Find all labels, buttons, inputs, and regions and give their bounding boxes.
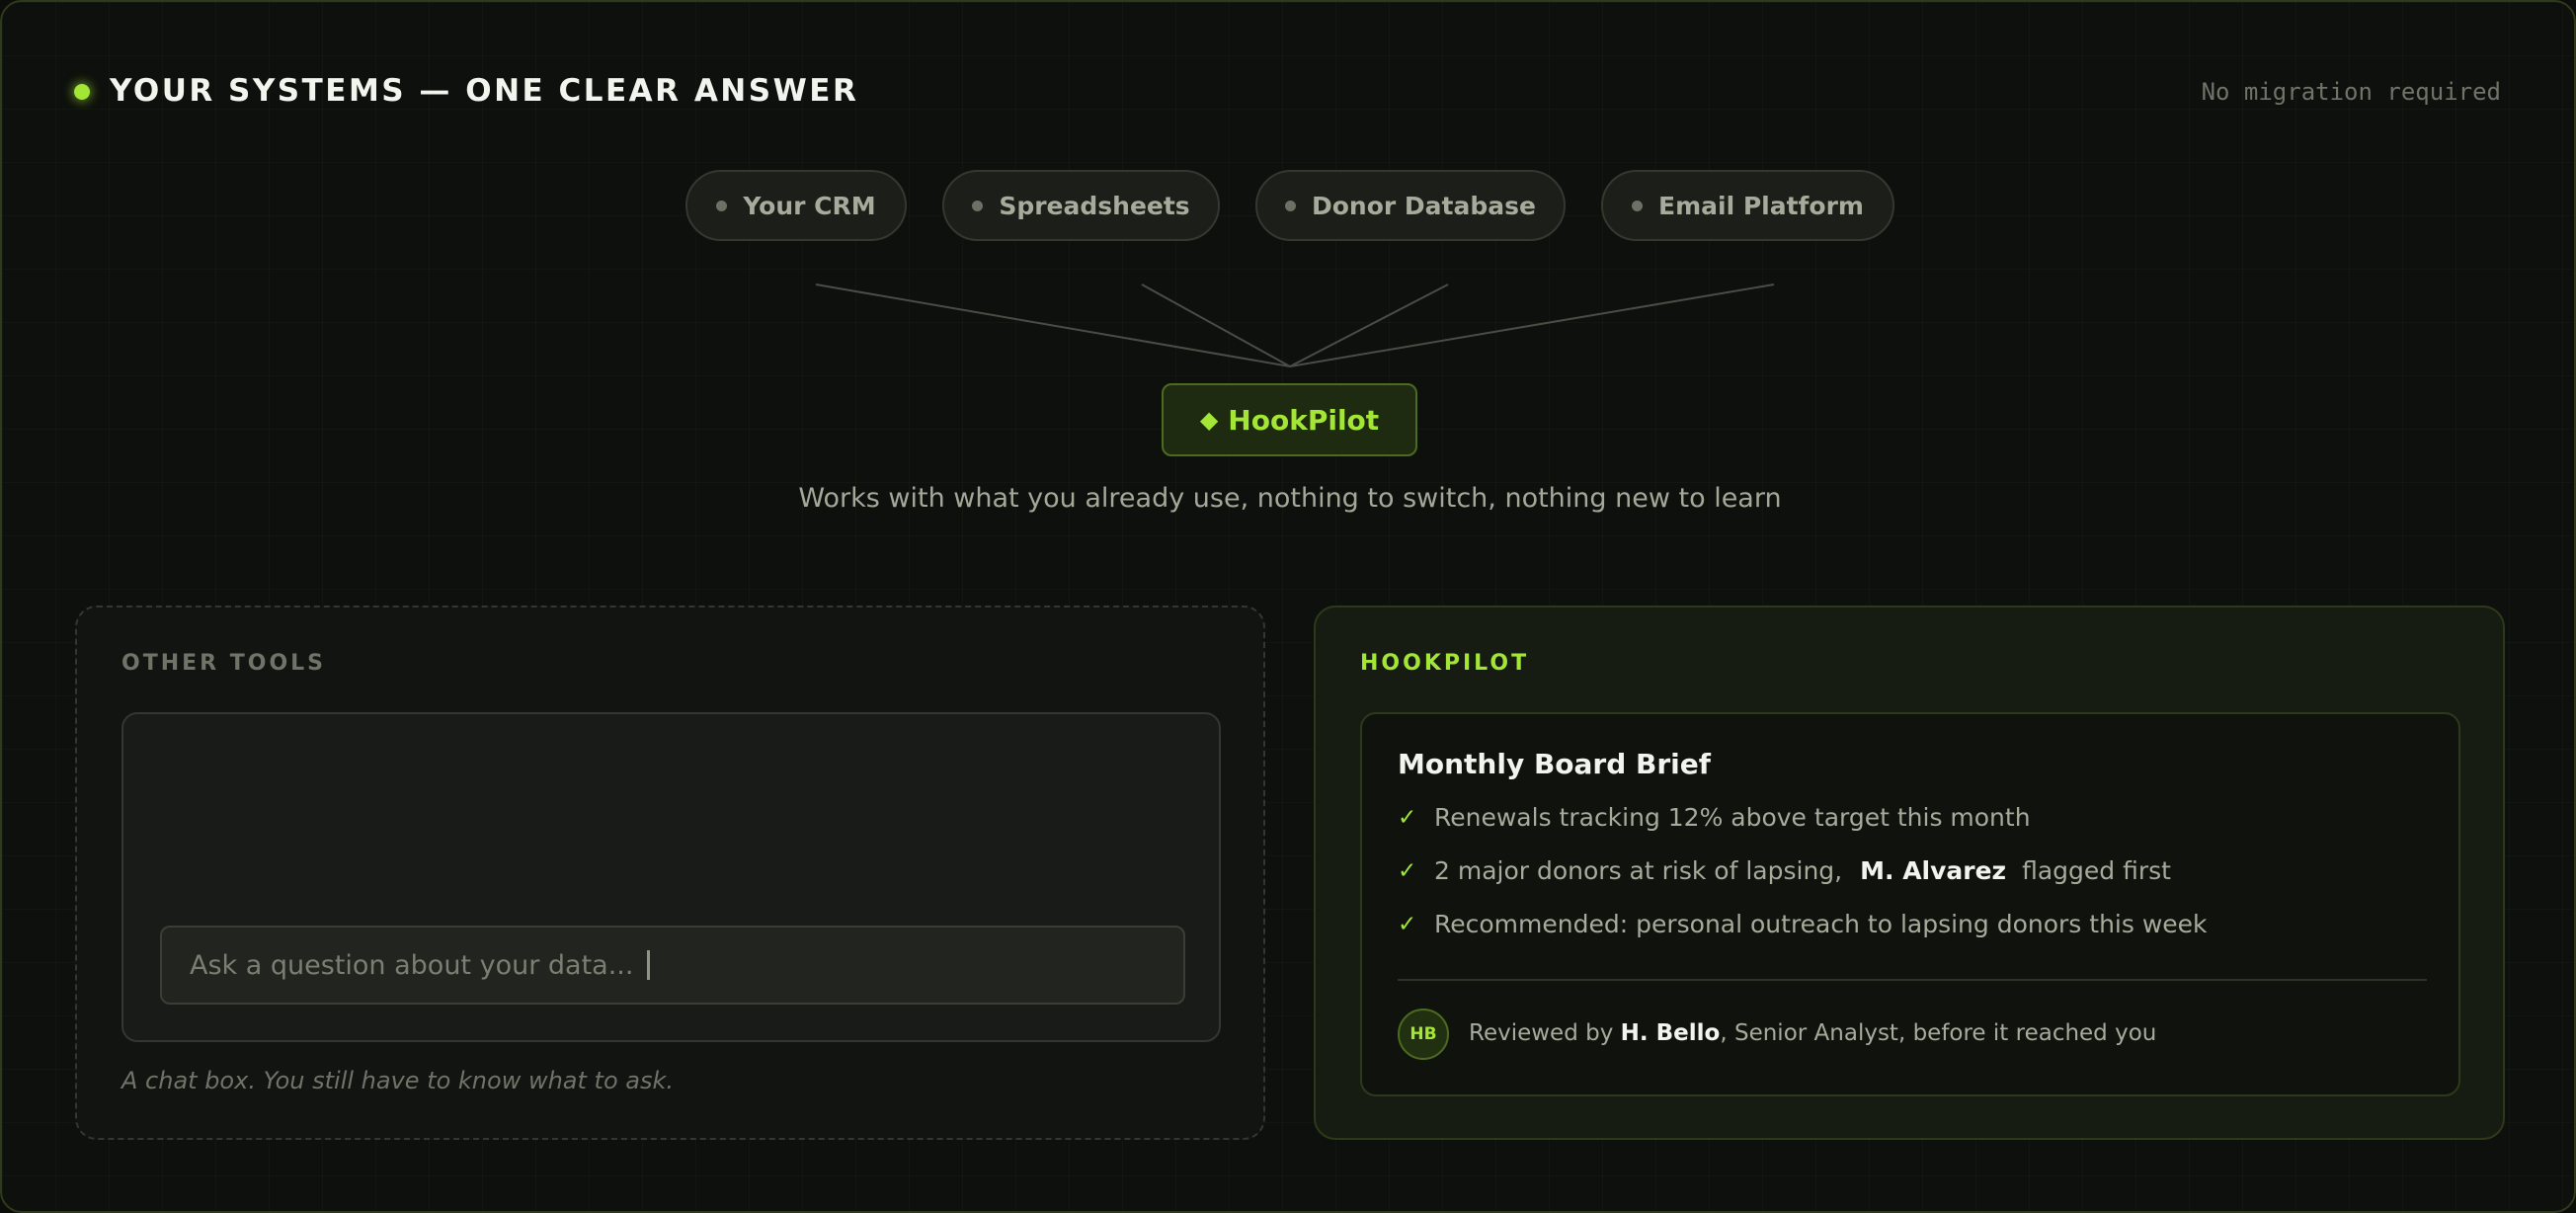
hookpilot-label: HOOKPILOT [1360,651,1530,676]
other-tools-caption: A chat box. You still have to know what … [121,1067,675,1094]
text-cursor [647,950,651,980]
reviewer-prefix: Reviewed by [1469,1020,1621,1046]
chat-input[interactable]: Ask a question about your data... [160,926,1185,1005]
brief-item: ✓ 2 major donors at risk of lapsing, M. … [1398,856,2171,885]
reviewer-name: H. Bello [1620,1020,1721,1046]
other-tools-label: OTHER TOOLS [121,651,327,676]
brief-item: ✓ Renewals tracking 12% above target thi… [1398,803,2031,832]
chat-input-placeholder: Ask a question about your data... [190,949,634,981]
diamond-icon: ◆ [1199,406,1219,434]
connector-line-email-platform [1289,283,1775,367]
check-icon: ✓ [1398,911,1417,937]
brief-item-text: flagged first [2022,856,2171,885]
check-icon: ✓ [1398,857,1417,884]
brief-item: ✓ Recommended: personal outreach to laps… [1398,910,2208,938]
divider [1398,979,2427,981]
reviewer-suffix: , Senior Analyst, before it reached you [1720,1020,2157,1046]
brief-title: Monthly Board Brief [1398,748,1711,780]
check-icon: ✓ [1398,804,1417,831]
chat-box: Ask a question about your data... [121,712,1221,1042]
brief-item-text: Renewals tracking 12% above target this … [1434,803,2031,832]
avatar: HB [1398,1009,1449,1060]
donor-name: M. Alvarez [1860,856,2007,885]
tagline: Works with what you already use, nothing… [798,483,1782,514]
brief-item-text: Recommended: personal outreach to lapsin… [1434,910,2208,938]
connector-lines [815,283,1775,367]
hub-label: HookPilot [1228,403,1380,437]
hookpilot-hub[interactable]: ◆ HookPilot [1162,383,1417,456]
reviewer-note: Reviewed by H. Bello, Senior Analyst, be… [1469,1020,2156,1046]
connector-line-crm [815,283,1291,367]
main-frame: YOUR SYSTEMS — ONE CLEAR ANSWER No migra… [0,0,2576,1213]
connector-line-donor-database [1289,283,1449,367]
other-tools-panel: OTHER TOOLS Ask a question about your da… [75,606,1265,1140]
hookpilot-panel: HOOKPILOT Monthly Board Brief ✓ Renewals… [1314,606,2505,1140]
brief-item-text: 2 major donors at risk of lapsing, [1434,856,1843,885]
board-brief-card: Monthly Board Brief ✓ Renewals tracking … [1360,712,2460,1096]
